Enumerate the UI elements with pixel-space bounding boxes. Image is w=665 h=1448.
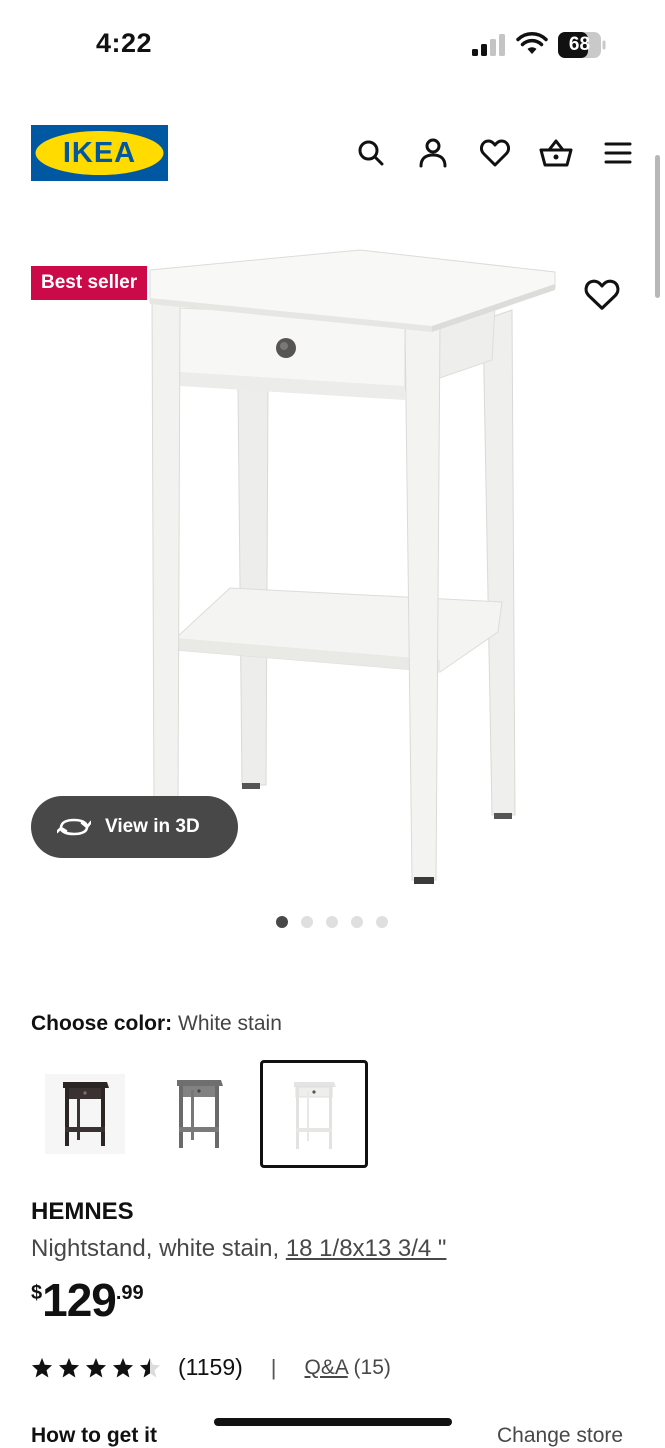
battery-icon: 68 <box>558 32 606 58</box>
color-swatch-gray[interactable] <box>145 1060 253 1168</box>
qa-link[interactable]: Q&A (15) <box>305 1356 391 1380</box>
account-icon[interactable] <box>416 136 450 170</box>
menu-icon[interactable] <box>601 136 635 170</box>
carousel-dot[interactable] <box>326 916 338 928</box>
qa-label[interactable]: Q&A <box>305 1356 348 1379</box>
ikea-logo[interactable]: IKEA <box>31 125 168 181</box>
carousel-dot[interactable] <box>376 916 388 928</box>
favorite-heart-icon[interactable] <box>584 278 620 314</box>
home-indicator[interactable] <box>214 1418 452 1426</box>
how-to-get-it-heading: How to get it <box>31 1424 157 1447</box>
color-chooser-label: Choose color: White stain <box>31 1012 282 1036</box>
view-in-3d-label: View in 3D <box>105 816 200 837</box>
qa-count: (15) <box>353 1355 391 1379</box>
price-decimals: .99 <box>115 1282 144 1304</box>
star-icon <box>85 1357 107 1378</box>
product-image-nightstand[interactable] <box>140 240 560 890</box>
half-star-icon <box>139 1357 161 1378</box>
carousel-dot[interactable] <box>301 916 313 928</box>
rating-separator: | <box>270 1354 277 1380</box>
product-dimensions-link[interactable]: 18 1/8x13 3/4 " <box>286 1235 447 1262</box>
logo-text: IKEA <box>62 137 137 169</box>
carousel-dot[interactable] <box>351 916 363 928</box>
color-swatch-black-brown[interactable] <box>31 1060 139 1168</box>
price-integer: 129 <box>42 1274 117 1326</box>
product-description: Nightstand, white stain, 18 1/8x13 3/4 " <box>31 1235 446 1263</box>
price-currency: $ <box>31 1282 43 1304</box>
cellular-signal-icon <box>472 34 505 56</box>
battery-level: 68 <box>568 34 591 55</box>
product-name: HEMNES <box>31 1198 134 1225</box>
rotate-3d-icon <box>57 818 91 836</box>
rating-row: (1159) | Q&A (15) <box>31 1354 391 1381</box>
heart-icon[interactable] <box>478 136 512 170</box>
choose-color-heading: Choose color: <box>31 1012 173 1035</box>
scrollbar[interactable] <box>655 155 660 298</box>
wifi-icon <box>516 32 548 54</box>
selected-color-value: White stain <box>178 1012 282 1035</box>
rating-count[interactable]: (1159) <box>178 1354 243 1381</box>
product-type: Nightstand, white stain, <box>31 1235 280 1262</box>
color-swatch-white-stain[interactable] <box>260 1060 368 1168</box>
cart-icon[interactable] <box>539 136 573 170</box>
product-price: $ 129 .99 <box>31 1274 144 1326</box>
best-seller-badge: Best seller <box>31 266 148 300</box>
view-in-3d-button[interactable]: View in 3D <box>31 796 238 858</box>
status-time: 4:22 <box>96 28 153 58</box>
rating-stars[interactable] <box>31 1357 161 1378</box>
star-icon <box>112 1357 134 1378</box>
change-store-link[interactable]: Change store <box>497 1424 623 1448</box>
carousel-indicator <box>276 916 388 928</box>
carousel-dot[interactable] <box>276 916 288 928</box>
search-icon[interactable] <box>354 136 388 170</box>
star-icon <box>58 1357 80 1378</box>
star-icon <box>31 1357 53 1378</box>
